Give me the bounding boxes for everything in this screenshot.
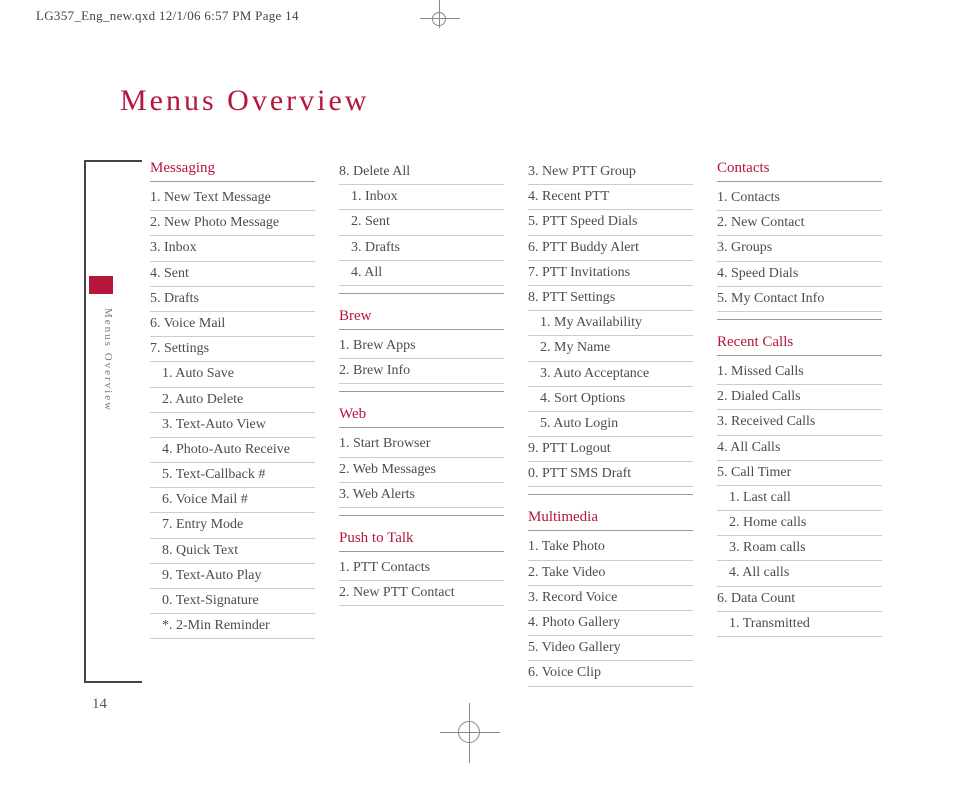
section-divider	[339, 510, 504, 516]
menu-subitem: 1. Auto Save	[150, 362, 315, 387]
menu-subitem: 3. Text-Auto View	[150, 413, 315, 438]
margin-rule-vertical	[84, 160, 86, 683]
menu-subitem: 3. Auto Acceptance	[528, 362, 693, 387]
menu-item: 0. PTT SMS Draft	[528, 462, 693, 487]
menu-item: 7. PTT Invitations	[528, 261, 693, 286]
menu-column: Messaging 1. New Text Message2. New Photo…	[150, 160, 315, 687]
menu-section-title: Push to Talk	[339, 530, 504, 552]
menu-section-title: Recent Calls	[717, 334, 882, 356]
menu-item: 3. Inbox	[150, 236, 315, 261]
menu-subitem: 5. Auto Login	[528, 412, 693, 437]
menu-subitem: 1. Last call	[717, 486, 882, 511]
menu-subitem: 8. Quick Text	[150, 539, 315, 564]
menu-item: 3. Groups	[717, 236, 882, 261]
page-number: 14	[92, 696, 107, 713]
menu-subitem: 5. Text-Callback #	[150, 463, 315, 488]
menu-item: 6. PTT Buddy Alert	[528, 236, 693, 261]
menu-item: 1. New Text Message	[150, 186, 315, 211]
menu-subitem: 4. Sort Options	[528, 387, 693, 412]
menu-item: 5. My Contact Info	[717, 287, 882, 312]
menu-section-title: Multimedia	[528, 509, 693, 531]
menu-subitem: 0. Text-Signature	[150, 589, 315, 614]
menu-item: 4. Speed Dials	[717, 262, 882, 287]
menu-item: 2. Take Video	[528, 561, 693, 586]
menu-item: 2. New Photo Message	[150, 211, 315, 236]
menu-item: 9. PTT Logout	[528, 437, 693, 462]
menu-item: 5. Call Timer	[717, 461, 882, 486]
menu-item: 6. Data Count	[717, 587, 882, 612]
menu-item: 4. Recent PTT	[528, 185, 693, 210]
section-divider	[339, 288, 504, 294]
menu-subitem: 4. Photo-Auto Receive	[150, 438, 315, 463]
menu-item: 1. Start Browser	[339, 432, 504, 457]
menu-subitem: 2. Sent	[339, 210, 504, 235]
menu-item: 2. New Contact	[717, 211, 882, 236]
menu-subitem: 1. My Availability	[528, 311, 693, 336]
menu-item: 3. Received Calls	[717, 410, 882, 435]
menu-subitem: 4. All	[339, 261, 504, 286]
menu-subitem: 6. Voice Mail #	[150, 488, 315, 513]
menu-item: 2. Brew Info	[339, 359, 504, 384]
menu-subitem: 3. Drafts	[339, 236, 504, 261]
menu-section-title: Brew	[339, 308, 504, 330]
menu-columns: Messaging 1. New Text Message2. New Photo…	[150, 160, 894, 687]
menu-item: 1. Missed Calls	[717, 360, 882, 385]
menu-item: 8. Delete All	[339, 160, 504, 185]
page-title: Menus Overview	[120, 84, 954, 118]
menu-subitem: *. 2-Min Reminder	[150, 614, 315, 639]
menu-subitem: 9. Text-Auto Play	[150, 564, 315, 589]
menu-item: 7. Settings	[150, 337, 315, 362]
menu-item: 4. Photo Gallery	[528, 611, 693, 636]
menu-item: 6. Voice Mail	[150, 312, 315, 337]
menu-subitem: 1. Inbox	[339, 185, 504, 210]
margin-rule-top	[84, 160, 142, 162]
menu-column: 8. Delete All1. Inbox2. Sent3. Drafts4. …	[339, 160, 504, 687]
menu-subitem: 7. Entry Mode	[150, 513, 315, 538]
margin-rule-bottom	[84, 681, 142, 683]
menu-item: 2. Web Messages	[339, 458, 504, 483]
menu-item: 3. Web Alerts	[339, 483, 504, 508]
menu-item: 6. Voice Clip	[528, 661, 693, 686]
menu-item: 4. All Calls	[717, 436, 882, 461]
crop-mark-bottom-icon	[440, 703, 500, 763]
menu-section-title: Contacts	[717, 160, 882, 182]
menu-item: 1. Contacts	[717, 186, 882, 211]
menu-subitem: 2. Home calls	[717, 511, 882, 536]
menu-item: 4. Sent	[150, 262, 315, 287]
menu-item: 5. Video Gallery	[528, 636, 693, 661]
menu-item: 1. Take Photo	[528, 535, 693, 560]
side-tab-label: Menus Overview	[102, 308, 114, 412]
menu-item: 1. PTT Contacts	[339, 556, 504, 581]
menu-item: 2. New PTT Contact	[339, 581, 504, 606]
menu-subitem: 2. Auto Delete	[150, 388, 315, 413]
side-tab-accent	[89, 276, 113, 294]
menu-item: 3. New PTT Group	[528, 160, 693, 185]
menu-subitem: 1. Transmitted	[717, 612, 882, 637]
menu-section-title: Web	[339, 406, 504, 428]
menu-item: 8. PTT Settings	[528, 286, 693, 311]
section-divider	[528, 489, 693, 495]
menu-column: 3. New PTT Group4. Recent PTT5. PTT Spee…	[528, 160, 693, 687]
menu-item: 2. Dialed Calls	[717, 385, 882, 410]
menu-item: 1. Brew Apps	[339, 334, 504, 359]
menu-column: Contacts 1. Contacts2. New Contact3. Grou…	[717, 160, 882, 687]
section-divider	[717, 314, 882, 320]
section-divider	[339, 386, 504, 392]
menu-subitem: 3. Roam calls	[717, 536, 882, 561]
menu-subitem: 2. My Name	[528, 336, 693, 361]
menu-item: 5. PTT Speed Dials	[528, 210, 693, 235]
document-header: LG357_Eng_new.qxd 12/1/06 6:57 PM Page 1…	[0, 0, 954, 24]
menu-item: 3. Record Voice	[528, 586, 693, 611]
menu-section-title: Messaging	[150, 160, 315, 182]
menu-subitem: 4. All calls	[717, 561, 882, 586]
menu-item: 5. Drafts	[150, 287, 315, 312]
